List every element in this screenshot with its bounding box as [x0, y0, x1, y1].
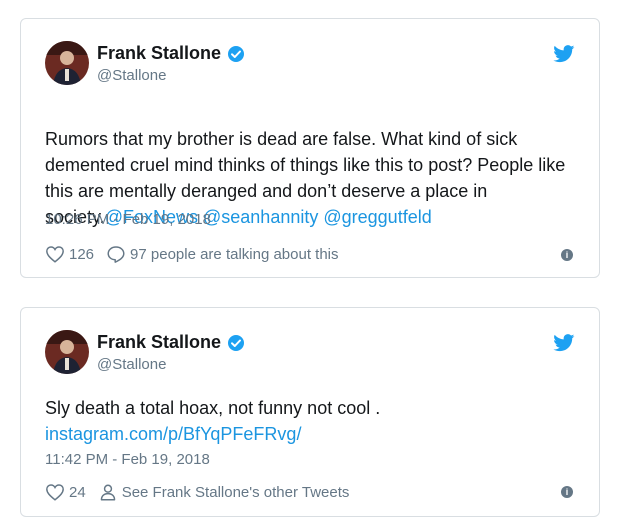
author-name[interactable]: Frank Stallone: [97, 332, 221, 353]
tweet-text: Sly death a total hoax, not funny not co…: [45, 395, 573, 447]
avatar[interactable]: [45, 41, 89, 85]
tweet-card[interactable]: Frank Stallone @Stallone Rumors that my …: [20, 18, 600, 278]
mention-link[interactable]: @seanhannity: [203, 207, 318, 227]
info-icon[interactable]: i: [561, 486, 573, 498]
heart-icon[interactable]: [45, 245, 65, 263]
instagram-link[interactable]: instagram.com/p/BfYqPFeFRvg/: [45, 424, 301, 444]
tweet-card[interactable]: Frank Stallone @Stallone Sly death a tot…: [20, 307, 600, 517]
like-count[interactable]: 24: [69, 484, 86, 501]
tweet-actions: 126 97 people are talking about this: [45, 245, 339, 263]
verified-badge-icon: [227, 45, 245, 63]
info-icon[interactable]: i: [561, 249, 573, 261]
tweet-body: Sly death a total hoax, not funny not co…: [45, 398, 381, 418]
avatar[interactable]: [45, 330, 89, 374]
twitter-bird-icon[interactable]: [553, 334, 575, 352]
verified-badge-icon: [227, 334, 245, 352]
avatar-image: [45, 41, 89, 85]
other-tweets-link[interactable]: See Frank Stallone's other Tweets: [122, 484, 350, 501]
tweet-actions: 24 See Frank Stallone's other Tweets: [45, 483, 349, 501]
author-handle[interactable]: @Stallone: [97, 67, 166, 84]
twitter-bird-icon[interactable]: [553, 45, 575, 63]
heart-icon[interactable]: [45, 483, 65, 501]
author-name[interactable]: Frank Stallone: [97, 43, 221, 64]
conversation-link[interactable]: 97 people are talking about this: [130, 246, 338, 263]
person-icon[interactable]: [98, 483, 118, 501]
like-count[interactable]: 126: [69, 246, 94, 263]
mention-link[interactable]: @greggutfeld: [323, 207, 431, 227]
speech-bubble-icon[interactable]: [106, 245, 126, 263]
tweet-timestamp[interactable]: 11:42 PM - Feb 19, 2018: [45, 451, 210, 468]
author-handle[interactable]: @Stallone: [97, 356, 166, 373]
tweet-timestamp[interactable]: 10:26 PM - Feb 19, 2018: [45, 211, 211, 228]
avatar-image: [45, 330, 89, 374]
